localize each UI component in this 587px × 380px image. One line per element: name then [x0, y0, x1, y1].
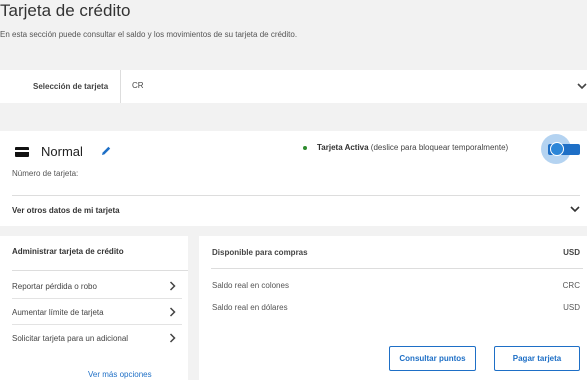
divider [211, 268, 583, 269]
balance-colones-label: Saldo real en colones [212, 281, 289, 290]
menu-item-label: Aumentar límite de tarjeta [12, 308, 104, 317]
card-lock-toggle[interactable] [541, 134, 580, 164]
page-title: Tarjeta de crédito [0, 1, 131, 20]
balance-dollars-label: Saldo real en dólares [212, 303, 288, 312]
menu-item-report-loss[interactable]: Reportar pérdida o robo [12, 273, 182, 299]
credit-card-icon [15, 147, 29, 157]
pay-card-button[interactable]: Pagar tarjeta [494, 346, 580, 371]
more-card-data-link[interactable]: Ver otros datos de mi tarjeta [12, 206, 120, 215]
available-currency: USD [563, 248, 580, 257]
divider [12, 270, 188, 271]
status-dot [303, 146, 307, 150]
card-select-value: CR [132, 81, 144, 90]
divider [12, 195, 580, 196]
chevron-right-icon [169, 281, 176, 291]
manage-card-title: Administrar tarjeta de crédito [12, 247, 124, 256]
check-points-button[interactable]: Consultar puntos [389, 346, 476, 371]
menu-item-label: Reportar pérdida o robo [12, 282, 97, 291]
card-status-text: Tarjeta Activa (deslice para bloquear te… [317, 143, 508, 152]
card-status-hint: (deslice para bloquear temporalmente) [368, 143, 509, 152]
card-select[interactable]: CR [120, 70, 587, 103]
available-balance-panel: Disponible para compras USD Saldo real e… [199, 236, 587, 380]
balance-dollars-currency: USD [563, 303, 580, 312]
card-name: Normal [41, 144, 83, 159]
toggle-knob [550, 142, 564, 156]
manage-card-panel: Administrar tarjeta de crédito Reportar … [0, 236, 188, 380]
pencil-icon[interactable] [100, 145, 112, 157]
more-options-label: Ver más opciones [88, 370, 152, 379]
card-number-label: Número de tarjeta: [12, 169, 79, 178]
chevron-right-icon [169, 333, 176, 343]
chevron-down-icon [577, 83, 587, 90]
card-status-bold: Tarjeta Activa [317, 143, 369, 152]
card-summary-panel: Normal Tarjeta Activa (deslice para bloq… [0, 131, 587, 226]
balance-colones-currency: CRC [562, 281, 580, 290]
card-selector-row: Selección de tarjeta CR [0, 70, 587, 103]
card-selector-label: Selección de tarjeta [33, 82, 109, 91]
available-title: Disponible para compras [212, 248, 308, 257]
more-options-link[interactable]: Ver más opciones [88, 370, 152, 379]
chevron-down-icon[interactable] [570, 204, 580, 214]
menu-item-additional-card[interactable]: Solicitar tarjeta para un adicional [12, 325, 182, 351]
menu-item-increase-limit[interactable]: Aumentar límite de tarjeta [12, 299, 182, 325]
menu-item-label: Solicitar tarjeta para un adicional [12, 334, 129, 343]
page-subtitle: En esta sección puede consultar el saldo… [0, 30, 298, 39]
chevron-right-icon [169, 307, 176, 317]
